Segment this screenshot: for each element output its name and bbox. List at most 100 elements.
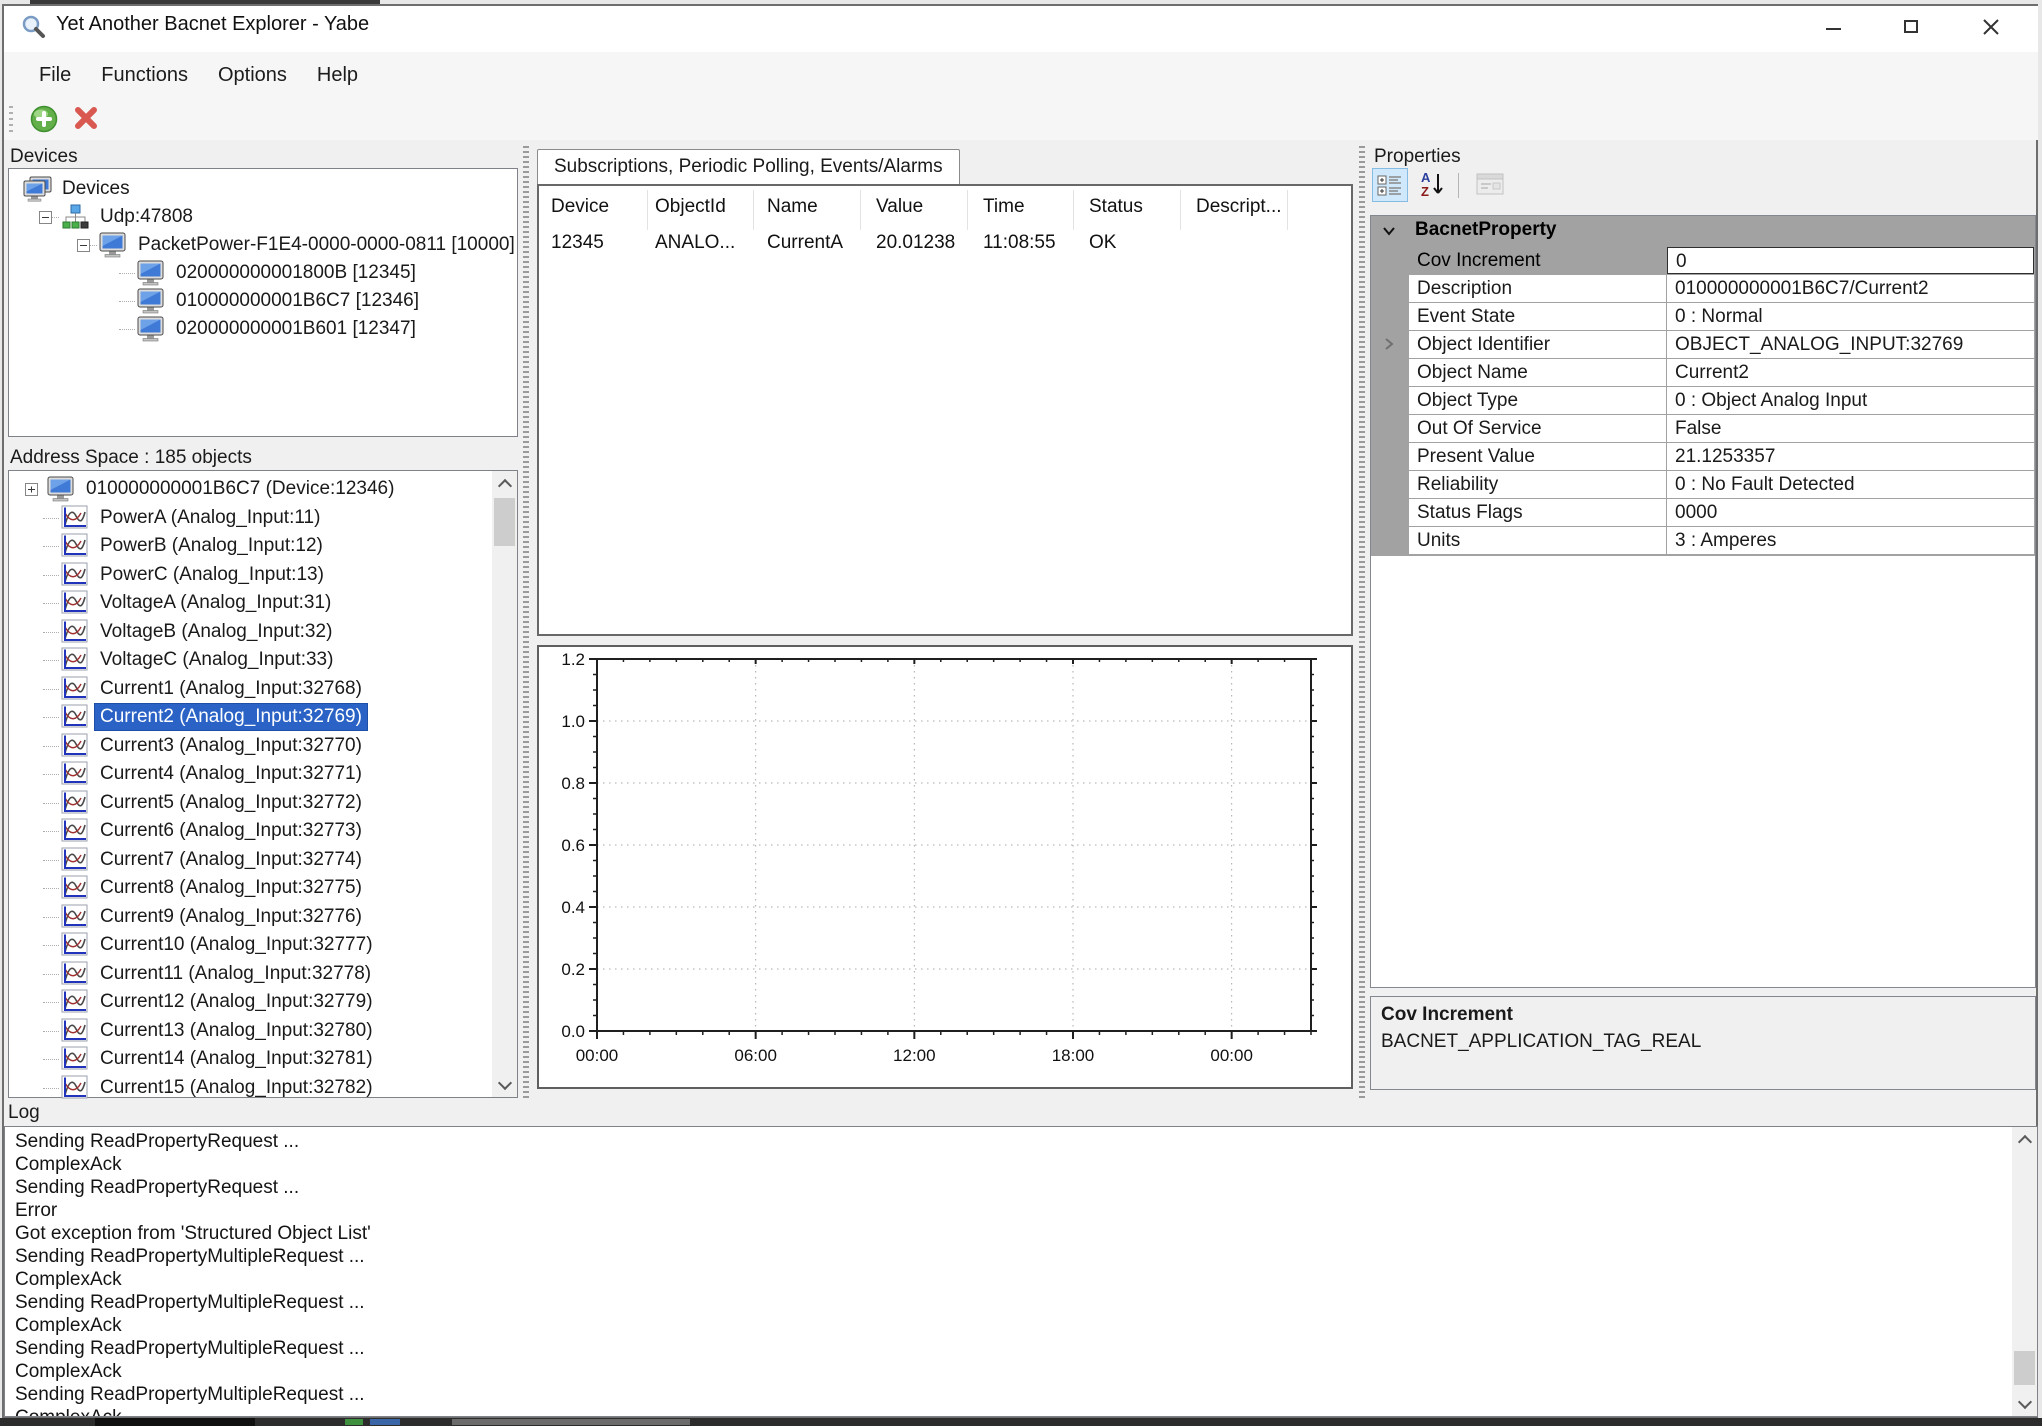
tree-item-voltagec[interactable]: VoltageC (Analog_Input:33) (9, 646, 517, 675)
tree-item-current14[interactable]: Current14 (Analog_Input:32781) (9, 1045, 517, 1074)
menu-item-options[interactable]: Options (203, 52, 302, 98)
splitter-right[interactable] (1359, 146, 1365, 1098)
tab-subscriptions[interactable]: Subscriptions, Periodic Polling, Events/… (537, 149, 960, 184)
column-header-descript[interactable]: Descript... (1196, 196, 1282, 218)
tree-item-label: PacketPower-F1E4-0000-0000-0811 [10000] (133, 232, 520, 258)
property-value[interactable]: 0 (1667, 247, 2034, 274)
property-name[interactable]: Event State (1409, 303, 1666, 330)
add-device-icon[interactable] (30, 105, 58, 133)
scrollbar-thumb[interactable] (2014, 1351, 2035, 1385)
property-value[interactable]: False (1667, 415, 2034, 442)
device-icon (137, 288, 167, 314)
column-header-value[interactable]: Value (876, 196, 923, 218)
column-header-name[interactable]: Name (767, 196, 818, 218)
tree-connector (43, 1002, 59, 1003)
taskbar-fragment-dark (95, 1418, 255, 1426)
property-name[interactable]: Object Identifier (1409, 331, 1666, 358)
property-name[interactable]: Object Type (1409, 387, 1666, 414)
tree-item-current4[interactable]: Current4 (Analog_Input:32771) (9, 760, 517, 789)
property-grid-empty-area (1372, 556, 2034, 986)
subscriptions-table[interactable]: Device ObjectId Name Value Time Status Descrip… (537, 184, 1353, 636)
collapse-icon[interactable] (39, 211, 52, 224)
tree-item-current13[interactable]: Current13 (Analog_Input:32780) (9, 1017, 517, 1046)
tree-item-voltagea[interactable]: VoltageA (Analog_Input:31) (9, 589, 517, 618)
tree-item-current12[interactable]: Current12 (Analog_Input:32779) (9, 988, 517, 1017)
tree-item-powerc[interactable]: PowerC (Analog_Input:13) (9, 561, 517, 590)
tree-item-current8[interactable]: Current8 (Analog_Input:32775) (9, 874, 517, 903)
property-name[interactable]: Present Value (1409, 443, 1666, 470)
categorized-icon[interactable] (1372, 168, 1408, 202)
svg-text:0.4: 0.4 (561, 898, 585, 917)
tree-item-label: Current5 (Analog_Input:32772) (95, 790, 367, 816)
tree-item-current5[interactable]: Current5 (Analog_Input:32772) (9, 789, 517, 818)
analog-icon (61, 761, 91, 787)
property-value[interactable]: 21.1253357 (1667, 443, 2034, 470)
toolbar-grip[interactable] (9, 106, 13, 132)
property-value[interactable]: 0000 (1667, 499, 2034, 526)
scroll-up-icon[interactable] (2012, 1127, 2037, 1152)
devices-tree[interactable]: DevicesUdp:47808PacketPower-F1E4-0000-00… (8, 168, 518, 437)
menu-item-file[interactable]: File (24, 52, 86, 98)
property-value[interactable]: OBJECT_ANALOG_INPUT:32769 (1667, 331, 2034, 358)
tree-item-packetpower-f1e4-0000-0000-0811[interactable]: PacketPower-F1E4-0000-0000-0811 [10000] (9, 231, 517, 259)
column-header-time[interactable]: Time (983, 196, 1025, 218)
minimize-button[interactable] (1810, 14, 1856, 42)
tree-item-current2[interactable]: Current2 (Analog_Input:32769) (9, 703, 517, 732)
column-separator (1073, 190, 1074, 230)
property-name[interactable]: Status Flags (1409, 499, 1666, 526)
column-header-device[interactable]: Device (551, 196, 609, 218)
table-cell: 11:08:55 (983, 232, 1056, 254)
property-value[interactable]: 0 : Object Analog Input (1667, 387, 2034, 414)
log-line: ComplexAck (15, 1154, 122, 1176)
property-grid[interactable]: BacnetPropertyCov Increment0Description0… (1370, 215, 2036, 988)
property-name[interactable]: Cov Increment (1409, 247, 1666, 274)
menu-item-functions[interactable]: Functions (86, 52, 203, 98)
tree-item-current11[interactable]: Current11 (Analog_Input:32778) (9, 960, 517, 989)
property-name[interactable]: Out Of Service (1409, 415, 1666, 442)
property-name[interactable]: Reliability (1409, 471, 1666, 498)
property-value[interactable]: Current2 (1667, 359, 2034, 386)
property-name[interactable]: Object Name (1409, 359, 1666, 386)
tree-item-powerb[interactable]: PowerB (Analog_Input:12) (9, 532, 517, 561)
log-panel[interactable]: Sending ReadPropertyRequest ...ComplexAc… (4, 1126, 2038, 1417)
property-value[interactable]: 0 : No Fault Detected (1667, 471, 2034, 498)
tree-item-voltageb[interactable]: VoltageB (Analog_Input:32) (9, 618, 517, 647)
property-value[interactable]: 0 : Normal (1667, 303, 2034, 330)
scroll-down-icon[interactable] (2012, 1391, 2037, 1416)
delete-icon[interactable] (72, 104, 100, 132)
property-value[interactable]: 010000000001B6C7/Current2 (1667, 275, 2034, 302)
collapse-icon[interactable] (77, 239, 90, 252)
tree-item-powera[interactable]: PowerA (Analog_Input:11) (9, 504, 517, 533)
tree-item-label: Current9 (Analog_Input:32776) (95, 904, 367, 930)
tree-item-udp:47808[interactable]: Udp:47808 (9, 203, 517, 231)
tree-connector (43, 831, 59, 832)
column-header-status[interactable]: Status (1089, 196, 1143, 218)
tree-item-010000000001b6c7[interactable]: 010000000001B6C7 [12346] (9, 287, 517, 315)
tree-item-current15[interactable]: Current15 (Analog_Input:32782) (9, 1074, 517, 1103)
tree-item-label: Current11 (Analog_Input:32778) (95, 961, 376, 987)
tree-item-020000000001800b[interactable]: 020000000001800B [12345] (9, 259, 517, 287)
maximize-button[interactable] (1888, 14, 1934, 42)
property-name[interactable]: Units (1409, 527, 1666, 554)
splitter-left[interactable] (523, 146, 529, 1098)
expand-icon[interactable] (25, 483, 38, 496)
tree-item-current7[interactable]: Current7 (Analog_Input:32774) (9, 846, 517, 875)
expand-property-icon[interactable] (1383, 335, 1395, 353)
category-collapse-icon[interactable] (1381, 223, 1397, 239)
property-name[interactable]: Description (1409, 275, 1666, 302)
tree-item-current3[interactable]: Current3 (Analog_Input:32770) (9, 732, 517, 761)
tree-item-current6[interactable]: Current6 (Analog_Input:32773) (9, 817, 517, 846)
tree-item-devices[interactable]: Devices (9, 175, 517, 203)
property-value[interactable]: 3 : Amperes (1667, 527, 2034, 554)
tree-item-020000000001b601[interactable]: 020000000001B601 [12347] (9, 315, 517, 343)
column-header-objectid[interactable]: ObjectId (655, 196, 726, 218)
log-scrollbar[interactable] (2012, 1127, 2037, 1416)
tree-item-current10[interactable]: Current10 (Analog_Input:32777) (9, 931, 517, 960)
address-space-tree[interactable]: 010000000001B6C7 (Device:12346)PowerA (A… (8, 470, 518, 1098)
menu-item-help[interactable]: Help (302, 52, 373, 98)
alphabetical-sort-icon[interactable]: A Z (1414, 168, 1450, 202)
tree-item-current1[interactable]: Current1 (Analog_Input:32768) (9, 675, 517, 704)
tree-item-current9[interactable]: Current9 (Analog_Input:32776) (9, 903, 517, 932)
tree-item-010000000001b6c7[interactable]: 010000000001B6C7 (Device:12346) (9, 475, 517, 504)
close-button[interactable] (1968, 14, 2014, 42)
